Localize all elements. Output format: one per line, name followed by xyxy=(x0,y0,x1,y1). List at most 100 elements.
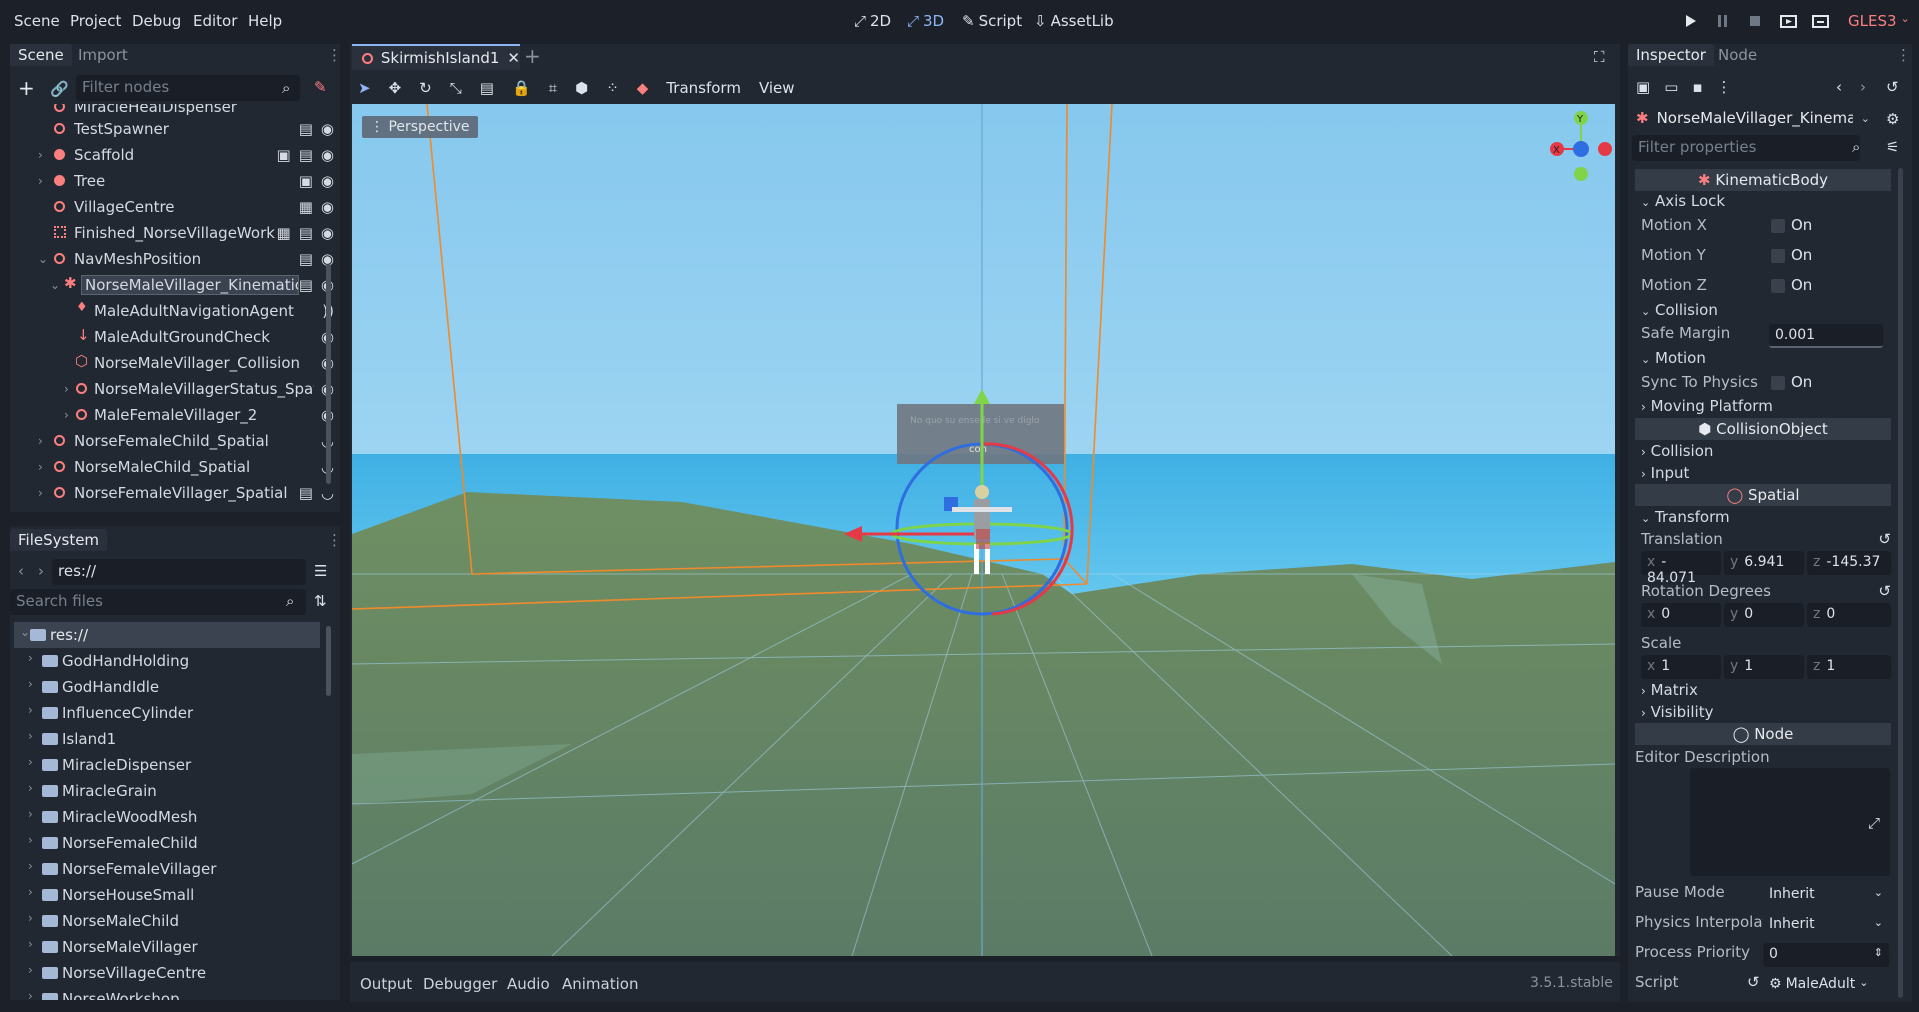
transform-menu[interactable]: Transform xyxy=(666,79,741,97)
fs-folder[interactable]: › MiracleDispenser xyxy=(20,752,320,778)
reset-icon[interactable]: ↺ xyxy=(1878,582,1891,600)
fs-folder[interactable]: › InfluenceCylinder xyxy=(20,700,320,726)
translation-x-input[interactable]: x -84.071 xyxy=(1641,551,1721,586)
property-tools-icon[interactable]: ⚟ xyxy=(1886,138,1899,156)
motion-y-checkbox[interactable] xyxy=(1771,249,1785,263)
tree-row-malechild[interactable]: › NorseMaleChild_Spatial ◡ xyxy=(24,454,334,480)
rotation-x-input[interactable]: x0 xyxy=(1641,603,1721,627)
visibility-eye-icon[interactable]: ◉ xyxy=(321,172,334,190)
tree-row-status[interactable]: › NorseMaleVillagerStatus_Spati ◉ xyxy=(24,376,334,402)
fs-folder[interactable]: › GodHandHolding xyxy=(20,648,320,674)
mode-assetlib-button[interactable]: ⇩ AssetLib xyxy=(1034,12,1114,30)
chevron-right-icon[interactable]: › xyxy=(38,148,43,162)
list-select-icon[interactable]: ▤ xyxy=(480,79,494,97)
tree-row-ground-check[interactable]: ↓ MaleAdultGroundCheck ◉ xyxy=(24,324,334,350)
search-files-input[interactable]: Search files xyxy=(10,589,306,615)
process-priority-input[interactable]: 0 ⇕ xyxy=(1763,943,1889,967)
history-forward-icon[interactable]: › xyxy=(1860,78,1866,96)
tree-row-femalevillager[interactable]: › NorseFemaleVillager_Spatial ▤ ◡ xyxy=(24,480,334,506)
history-icon[interactable]: ↺ xyxy=(1886,78,1899,96)
editor-description-textarea[interactable] xyxy=(1690,768,1890,876)
scale-x-input[interactable]: x1 xyxy=(1641,655,1721,679)
menu-help[interactable]: Help xyxy=(248,12,282,30)
menu-debug[interactable]: Debug xyxy=(132,12,181,30)
view-menu[interactable]: View xyxy=(759,79,795,97)
dock-menu-icon[interactable]: ⋮ xyxy=(327,531,342,549)
script-select[interactable]: ⚙ MaleAdult ⌄ xyxy=(1763,973,1889,997)
script-icon[interactable]: ▤ xyxy=(299,224,313,242)
chevron-right-icon[interactable]: › xyxy=(64,408,69,422)
fs-folder[interactable]: › NorseMaleVillager xyxy=(20,934,320,960)
chevron-right-icon[interactable]: › xyxy=(28,651,33,665)
new-resource-icon[interactable]: ▣ xyxy=(1636,78,1650,96)
chevron-right-icon[interactable]: › xyxy=(28,807,33,821)
tree-row-navmesh[interactable]: ⌄ NavMeshPosition ▤ ◉ xyxy=(24,246,334,272)
save-icon[interactable]: ▪ xyxy=(1692,78,1702,96)
tab-node[interactable]: Node xyxy=(1718,46,1757,64)
open-scene-icon[interactable]: ▣ xyxy=(299,172,313,190)
script-icon[interactable]: ▤ xyxy=(299,276,313,294)
mode-script-button[interactable]: ✎ Script xyxy=(962,12,1022,30)
group-transform[interactable]: ⌄ Transform xyxy=(1641,508,1730,526)
script-icon[interactable]: ▤ xyxy=(299,250,313,268)
scene-tab[interactable]: SkirmishIsland1 ✕ xyxy=(352,44,520,70)
add-node-icon[interactable]: + xyxy=(18,76,35,100)
move-tool-icon[interactable]: ✥ xyxy=(389,79,402,97)
tree-row-finished-norse[interactable]: Finished_NorseVillageWork ▦ ▤ ◉ xyxy=(24,220,334,246)
tree-row-scaffold[interactable]: › Scaffold ▣ ▤ ◉ xyxy=(24,142,334,168)
clapper-icon[interactable]: ▦ xyxy=(277,224,291,242)
section-node[interactable]: ◯ Node xyxy=(1635,723,1891,745)
scene-tree-scrollbar[interactable] xyxy=(326,264,331,484)
group-visibility[interactable]: › Visibility xyxy=(1641,703,1713,721)
group-matrix[interactable]: › Matrix xyxy=(1641,681,1698,699)
filter-properties-input[interactable]: Filter properties xyxy=(1632,135,1860,161)
pause-icon[interactable] xyxy=(1716,13,1730,29)
sort-icon[interactable]: ⇅ xyxy=(314,592,327,610)
tab-animation[interactable]: Animation xyxy=(562,975,638,993)
rotation-z-input[interactable]: z0 xyxy=(1807,603,1891,627)
chevron-right-icon[interactable]: › xyxy=(28,937,33,951)
play-icon[interactable] xyxy=(1684,13,1698,29)
fs-folder[interactable]: › NorseVillageCentre xyxy=(20,960,320,986)
menu-editor[interactable]: Editor xyxy=(193,12,237,30)
section-collision-object[interactable]: ⬢ CollisionObject xyxy=(1635,418,1891,440)
snap-icon[interactable]: ⁘ xyxy=(606,79,619,97)
open-folder-icon[interactable]: ▭ xyxy=(1664,78,1678,96)
physics-interpolation-select[interactable]: Inherit ⌄ xyxy=(1763,913,1889,937)
fs-folder[interactable]: › MiracleWoodMesh xyxy=(20,804,320,830)
chevron-right-icon[interactable]: › xyxy=(28,989,33,1000)
scale-tool-icon[interactable]: ⤡ xyxy=(450,79,462,97)
expand-icon[interactable]: ⤢ xyxy=(1868,814,1880,832)
mode-2d-button[interactable]: ⤢ 2D xyxy=(854,12,891,30)
orientation-gizmo[interactable]: Y X xyxy=(1545,104,1615,184)
chevron-down-icon[interactable]: ⌄ xyxy=(50,278,60,292)
chevron-right-icon[interactable]: › xyxy=(28,885,33,899)
fs-folder[interactable]: › NorseWorkshop xyxy=(20,986,320,1000)
chevron-right-icon[interactable]: › xyxy=(28,963,33,977)
chevron-right-icon[interactable]: › xyxy=(38,486,43,500)
visibility-eye-icon[interactable]: ◉ xyxy=(321,224,334,242)
fs-folder[interactable]: › GodHandIdle xyxy=(20,674,320,700)
script-filter-icon[interactable]: ✎ xyxy=(314,78,327,96)
tab-filesystem[interactable]: FileSystem xyxy=(10,529,108,551)
group-moving-platform[interactable]: › Moving Platform xyxy=(1641,397,1773,415)
tree-row-nav-agent[interactable]: ♦ MaleAdultNavigationAgent )) xyxy=(24,298,334,324)
motion-z-checkbox[interactable] xyxy=(1771,279,1785,293)
visibility-eye-icon[interactable]: ◉ xyxy=(321,198,334,216)
local-space-icon[interactable]: ⬢ xyxy=(575,79,588,97)
group-collision[interactable]: ⌄ Collision xyxy=(1641,301,1718,319)
visibility-eye-icon[interactable]: ◉ xyxy=(321,120,334,138)
chevron-down-icon[interactable]: ⌄ xyxy=(20,625,30,639)
chevron-right-icon[interactable]: › xyxy=(28,703,33,717)
fs-folder[interactable]: › Island1 xyxy=(20,726,320,752)
sync-to-physics-checkbox[interactable] xyxy=(1771,376,1785,390)
back-icon[interactable]: ‹ xyxy=(18,562,24,580)
link-icon[interactable]: 🔗 xyxy=(50,80,69,98)
clapper-icon[interactable]: ▦ xyxy=(299,198,313,216)
motion-x-checkbox[interactable] xyxy=(1771,219,1785,233)
dock-menu-icon[interactable]: ⋮ xyxy=(327,46,342,64)
tab-audio[interactable]: Audio xyxy=(507,975,550,993)
split-view-icon[interactable]: ☰ xyxy=(314,562,327,580)
tab-output[interactable]: Output xyxy=(360,975,412,993)
object-selector[interactable]: ✱ NorseMaleVillager_Kinemati ⌄ xyxy=(1632,106,1870,130)
